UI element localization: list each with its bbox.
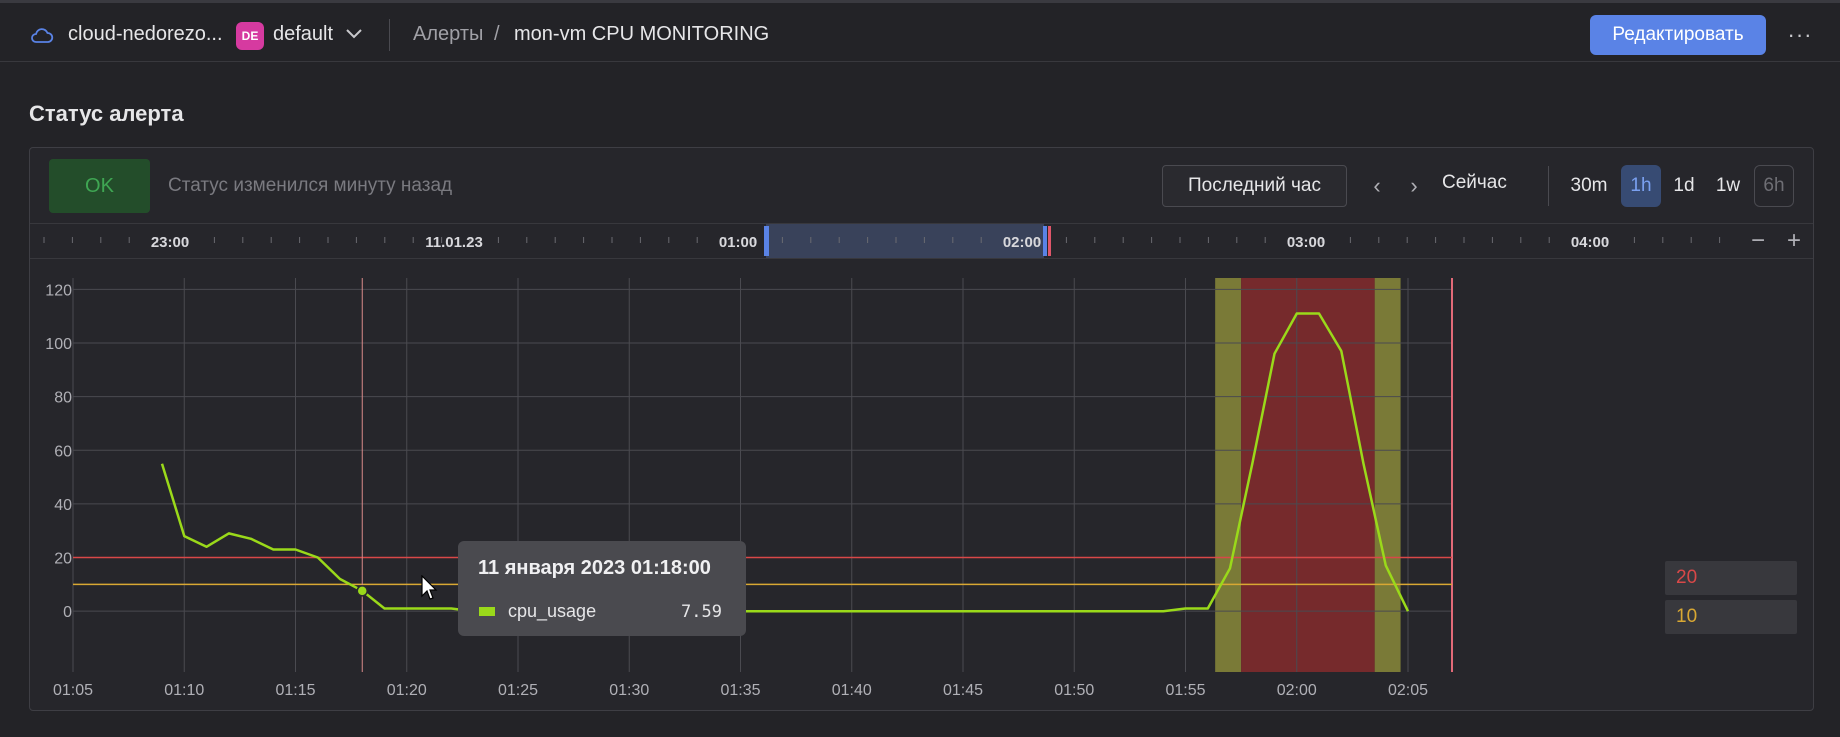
mouse-cursor-icon [421,575,438,600]
breadcrumb-alerts[interactable]: Алерты [413,23,483,46]
status-changed-text: Статус изменился минуту назад [168,175,453,196]
folder-avatar: DE [236,22,264,50]
chart-tooltip: 11 января 2023 01:18:00 cpu_usage 7.59 [458,541,746,636]
edit-button[interactable]: Редактировать [1590,15,1766,55]
chevron-left-icon[interactable]: ‹ [1366,170,1388,202]
timeline-label: 03:00 [1287,234,1325,251]
y-tick-label: 20 [54,551,72,568]
y-tick-label: 120 [45,282,72,299]
alarm-zone [1241,278,1375,672]
section-title: Статус алерта [29,101,184,126]
warn-zone [1374,278,1401,672]
zoom-in-icon[interactable]: + [1782,227,1806,254]
timeline-selection-right-handle[interactable] [1043,226,1047,256]
x-tick-label: 01:50 [1054,682,1094,699]
scale-1w-button[interactable]: 1w [1710,165,1746,207]
x-tick-label: 02:05 [1388,682,1428,699]
y-tick-label: 80 [54,390,72,407]
threshold-alarm-label: 20 [1665,561,1797,595]
series-swatch [479,607,495,616]
threshold-warn-label: 10 [1665,600,1797,634]
timeline-now-marker [1048,226,1051,256]
tooltip-series-name: cpu_usage [508,601,597,621]
top-bar: cloud-nedorezo... DE default Алерты / mo… [0,0,1840,62]
tooltip-title: 11 января 2023 01:18:00 [478,557,711,579]
y-tick-label: 60 [54,443,72,460]
hover-point [356,585,368,597]
header-divider [389,19,390,51]
timeline-label: 01:00 [719,234,757,251]
scale-30m-button[interactable]: 30m [1564,165,1614,207]
chevron-right-icon[interactable]: › [1403,170,1425,202]
x-tick-label: 01:15 [275,682,315,699]
cloud-selector[interactable]: cloud-nedorezo... [68,23,223,46]
timeline-label: 02:00 [1003,234,1041,251]
x-tick-label: 01:35 [720,682,760,699]
scale-1d-button[interactable]: 1d [1666,165,1702,207]
toolbar-divider [1548,166,1549,206]
x-tick-label: 01:10 [164,682,204,699]
chevron-down-icon[interactable] [345,27,363,41]
x-tick-label: 01:05 [53,682,93,699]
x-tick-label: 01:45 [943,682,983,699]
cpu-chart[interactable]: 0 20 40 60 80 100 120 01:05 01:10 01:15 01:20 01:2… [30,260,1750,710]
warn-zone [1215,278,1242,672]
x-tick-label: 01:40 [832,682,872,699]
status-badge: OK [49,159,150,213]
tooltip-series-value: 7.59 [681,602,722,622]
x-tick-label: 01:30 [609,682,649,699]
y-tick-label: 0 [63,604,72,621]
timeline-scale[interactable]: 23:00 11.01.23 01:00 02:00 03:00 04:00 [30,224,1730,258]
timeline-selection-left-handle[interactable] [764,226,769,256]
timeline-label: 11.01.23 [425,234,483,251]
timeline-label: 23:00 [151,234,189,251]
breadcrumb-current: mon-vm CPU MONITORING [514,23,770,45]
breadcrumb-separator: / [494,23,500,45]
time-range-button[interactable]: Последний час [1162,165,1347,207]
now-button[interactable]: Сейчас [1442,172,1507,194]
timeline-label: 04:00 [1571,234,1609,251]
x-tick-label: 02:00 [1277,682,1317,699]
more-menu-icon[interactable]: ··· [1786,21,1814,49]
x-tick-label: 01:20 [387,682,427,699]
x-tick-label: 01:25 [498,682,538,699]
scale-1h-button[interactable]: 1h [1621,165,1661,207]
cloud-icon [31,28,54,43]
y-tick-label: 100 [45,336,72,353]
scale-6h-button[interactable]: 6h [1754,165,1794,207]
y-tick-label: 40 [54,497,72,514]
zoom-out-icon[interactable]: − [1746,227,1770,254]
x-tick-label: 01:55 [1165,682,1205,699]
folder-selector[interactable]: default [273,23,333,46]
